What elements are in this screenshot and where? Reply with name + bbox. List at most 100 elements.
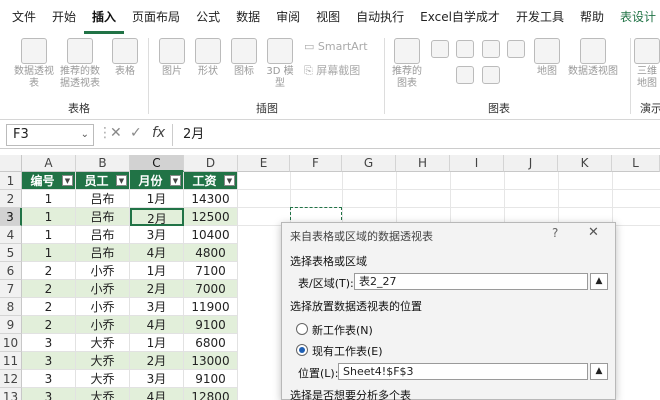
row-header[interactable]: 3 xyxy=(0,208,22,226)
pivot-table-button[interactable]: 数据透视表 xyxy=(14,38,54,90)
recommended-charts-button[interactable]: 推荐的图表 xyxy=(390,38,424,90)
cell-employee[interactable]: 小乔 xyxy=(76,262,130,280)
column-header-h[interactable]: H xyxy=(396,155,450,172)
cell-employee[interactable]: 吕布 xyxy=(76,244,130,262)
cell-id[interactable]: 1 xyxy=(22,208,76,226)
cell-id[interactable]: 2 xyxy=(22,280,76,298)
cell-month[interactable]: 4月 xyxy=(130,316,184,334)
tab-developer[interactable]: 开发工具 xyxy=(508,0,572,34)
row-header[interactable]: 12 xyxy=(0,370,22,388)
cell-employee[interactable]: 吕布 xyxy=(76,208,130,226)
close-icon[interactable]: ✕ xyxy=(588,225,599,240)
pie-chart-icon[interactable] xyxy=(481,66,500,84)
table-button[interactable]: 表格 xyxy=(110,38,140,78)
name-box[interactable]: F3 ⌄ xyxy=(6,124,94,146)
row-header[interactable]: 1 xyxy=(0,172,22,190)
column-header-g[interactable]: G xyxy=(342,155,396,172)
tab-page-layout[interactable]: 页面布局 xyxy=(124,0,188,34)
3d-models-button[interactable]: 3D 模型 xyxy=(262,38,298,90)
cell-salary[interactable]: 13000 xyxy=(184,352,238,370)
cell-salary[interactable]: 6800 xyxy=(184,334,238,352)
cell-id[interactable]: 3 xyxy=(22,388,76,400)
recommended-pivot-button[interactable]: 推荐的数据透视表 xyxy=(58,38,102,90)
chevron-down-icon[interactable]: ⌄ xyxy=(81,125,89,145)
line-chart-icon[interactable] xyxy=(506,40,525,58)
table-header-id[interactable]: 编号 ▼ xyxy=(22,172,76,190)
row-header[interactable]: 6 xyxy=(0,262,22,280)
cell-salary[interactable]: 14300 xyxy=(184,190,238,208)
cell-salary[interactable]: 12500 xyxy=(184,208,238,226)
new-worksheet-label[interactable]: 新工作表(N) xyxy=(312,322,373,338)
cancel-icon[interactable]: ✕ xyxy=(110,125,122,141)
tab-view[interactable]: 视图 xyxy=(308,0,348,34)
cell-employee[interactable]: 小乔 xyxy=(76,280,130,298)
cell-id[interactable]: 1 xyxy=(22,190,76,208)
cell-salary[interactable]: 7100 xyxy=(184,262,238,280)
cell-salary[interactable]: 10400 xyxy=(184,226,238,244)
existing-worksheet-radio[interactable] xyxy=(296,344,308,356)
cell-employee[interactable]: 吕布 xyxy=(76,190,130,208)
column-header-c[interactable]: C xyxy=(130,155,184,172)
tab-file[interactable]: 文件 xyxy=(4,0,44,34)
cell-salary[interactable]: 11900 xyxy=(184,298,238,316)
cell-id[interactable]: 2 xyxy=(22,298,76,316)
range-input[interactable]: 表2_27 xyxy=(354,273,588,290)
cell-salary[interactable]: 7000 xyxy=(184,280,238,298)
cell-month[interactable]: 3月 xyxy=(130,370,184,388)
formula-input[interactable]: 2月 xyxy=(172,124,660,146)
range-picker-icon[interactable]: ▲ xyxy=(590,273,608,290)
filter-dropdown-icon[interactable]: ▼ xyxy=(224,175,235,186)
row-header[interactable]: 7 xyxy=(0,280,22,298)
column-header-a[interactable]: A xyxy=(22,155,76,172)
row-header[interactable]: 10 xyxy=(0,334,22,352)
chart-types-gallery[interactable] xyxy=(428,38,528,98)
bar-chart-icon[interactable] xyxy=(481,40,500,58)
column-header-k[interactable]: K xyxy=(558,155,612,172)
existing-worksheet-label[interactable]: 现有工作表(E) xyxy=(312,343,383,359)
cell-month[interactable]: 1月 xyxy=(130,334,184,352)
cell-month[interactable]: 1月 xyxy=(130,262,184,280)
smartart-button[interactable]: ▭ SmartArt xyxy=(304,40,368,53)
shapes-button[interactable]: 形状 xyxy=(192,38,224,78)
help-icon[interactable]: ? xyxy=(552,226,558,240)
icons-button[interactable]: 图标 xyxy=(228,38,260,78)
column-header-e[interactable]: E xyxy=(238,155,290,172)
cell-employee[interactable]: 大乔 xyxy=(76,388,130,400)
cell-employee[interactable]: 大乔 xyxy=(76,370,130,388)
hierarchy-chart-icon[interactable] xyxy=(456,40,475,58)
table-header-salary[interactable]: 工资 ▼ xyxy=(184,172,238,190)
filter-dropdown-icon[interactable]: ▼ xyxy=(116,175,127,186)
column-header-d[interactable]: D xyxy=(184,155,238,172)
3d-map-button[interactable]: 三维地图 xyxy=(634,38,660,90)
cell-id[interactable]: 3 xyxy=(22,352,76,370)
cell-salary[interactable]: 12800 xyxy=(184,388,238,400)
column-header-f[interactable]: F xyxy=(290,155,342,172)
cell-employee[interactable]: 大乔 xyxy=(76,352,130,370)
column-header-b[interactable]: B xyxy=(76,155,130,172)
cell-id[interactable]: 2 xyxy=(22,262,76,280)
cell-salary[interactable]: 9100 xyxy=(184,316,238,334)
cell-employee[interactable]: 小乔 xyxy=(76,316,130,334)
row-header[interactable]: 2 xyxy=(0,190,22,208)
filter-dropdown-icon[interactable]: ▼ xyxy=(62,175,73,186)
cell-month[interactable]: 3月 xyxy=(130,226,184,244)
insert-function-icon[interactable]: fx xyxy=(152,125,165,141)
table-header-month[interactable]: 月份 ▼ xyxy=(130,172,184,190)
cell-month[interactable]: 3月 xyxy=(130,298,184,316)
cell-id[interactable]: 3 xyxy=(22,334,76,352)
row-header[interactable]: 8 xyxy=(0,298,22,316)
column-header-j[interactable]: J xyxy=(504,155,558,172)
cell-employee[interactable]: 大乔 xyxy=(76,334,130,352)
cell-month[interactable]: 1月 xyxy=(130,190,184,208)
pivot-chart-button[interactable]: 数据透视图 xyxy=(566,38,620,78)
pictures-button[interactable]: 图片 xyxy=(156,38,188,78)
screenshot-button[interactable]: ⎘ 屏幕截图 xyxy=(304,62,360,78)
row-header[interactable]: 11 xyxy=(0,352,22,370)
cell-month[interactable]: 2月 xyxy=(130,208,184,226)
cell-month[interactable]: 4月 xyxy=(130,244,184,262)
maps-button[interactable]: 地图 xyxy=(532,38,562,78)
statistic-chart-icon[interactable] xyxy=(456,66,475,84)
check-icon[interactable]: ✓ xyxy=(130,125,142,141)
tab-data[interactable]: 数据 xyxy=(228,0,268,34)
location-picker-icon[interactable]: ▲ xyxy=(590,363,608,380)
